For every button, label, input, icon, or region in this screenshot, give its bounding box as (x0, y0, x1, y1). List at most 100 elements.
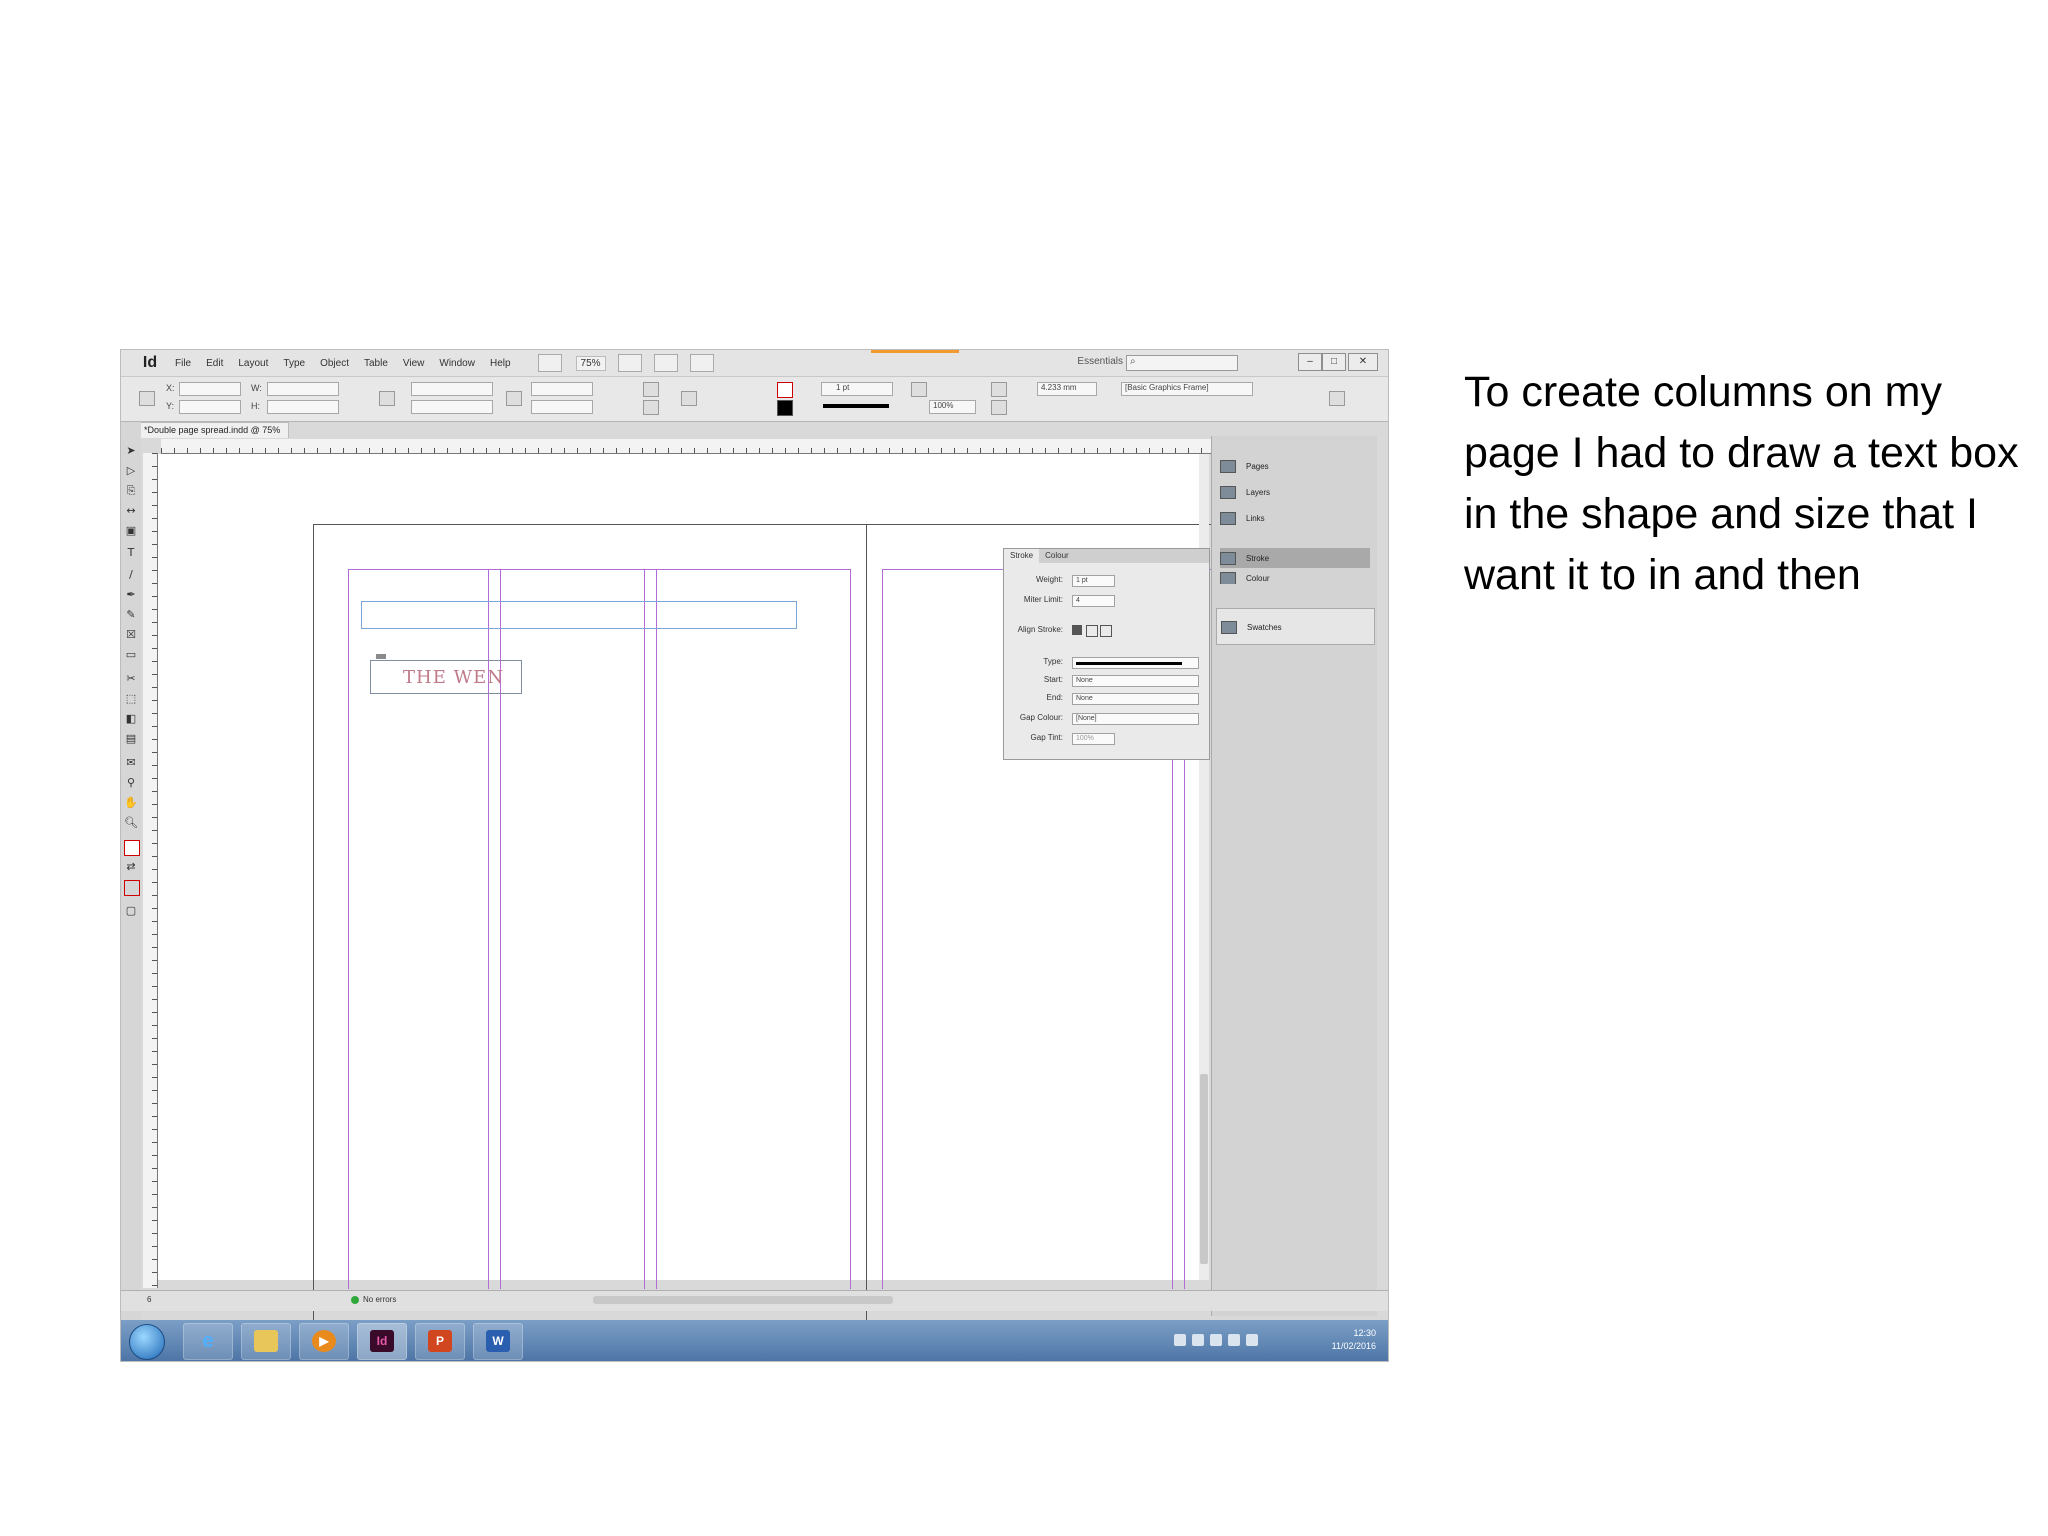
dock-colour[interactable]: Colour (1220, 572, 1370, 584)
document-tab[interactable]: *Double page spread.indd @ 75% (135, 422, 290, 438)
opacity-field[interactable]: 100% (929, 400, 976, 414)
menu-object[interactable]: Object (320, 358, 349, 369)
arrange-documents-icon[interactable] (689, 354, 714, 372)
stroke-swatch[interactable] (777, 400, 793, 416)
dock-stroke[interactable]: Stroke (1220, 548, 1370, 568)
content-collector-icon[interactable]: ▣ (124, 524, 138, 538)
maximize-button[interactable]: □ (1322, 353, 1346, 371)
taskbar-ie[interactable]: e (183, 1323, 233, 1360)
reference-point-icon[interactable] (139, 391, 155, 406)
gap-tool-icon[interactable]: ↔ (124, 504, 138, 518)
constrain-proportions-icon[interactable] (379, 391, 395, 406)
gap-tint-field[interactable]: 100% (1072, 733, 1115, 745)
object-style-dropdown[interactable]: [Basic Graphics Frame] (1121, 382, 1253, 396)
dock-pages[interactable]: Pages (1220, 456, 1370, 476)
corner-size-field[interactable]: 4.233 mm (1037, 382, 1097, 396)
width-field[interactable] (267, 382, 339, 396)
menu-help[interactable]: Help (490, 358, 511, 369)
scale-x-field[interactable] (411, 382, 493, 396)
line-tool-icon[interactable]: / (124, 568, 138, 582)
tab-stroke[interactable]: Stroke (1004, 549, 1040, 563)
page-number[interactable]: 6 (147, 1295, 151, 1304)
menu-edit[interactable]: Edit (206, 358, 223, 369)
free-transform-icon[interactable]: ⬚ (124, 692, 138, 706)
menu-type[interactable]: Type (283, 358, 305, 369)
close-button[interactable]: ✕ (1348, 353, 1378, 371)
corner-icon[interactable] (991, 400, 1007, 415)
volume-icon[interactable] (1246, 1334, 1258, 1346)
align-outside-icon[interactable] (1100, 625, 1112, 637)
direct-selection-icon[interactable]: ▷ (124, 464, 138, 478)
rectangle-tool-icon[interactable]: ▭ (124, 648, 138, 662)
page-tool-icon[interactable]: ⎘ (124, 484, 138, 498)
align-center-icon[interactable] (1072, 625, 1082, 635)
screen-mode-tool-icon[interactable]: ▢ (124, 904, 138, 918)
x-field[interactable] (179, 382, 241, 396)
wrap-icon[interactable] (991, 382, 1007, 397)
stroke-weight-field[interactable]: 1 pt (821, 382, 893, 396)
screen-mode-icon[interactable] (653, 354, 678, 372)
selection-tool-icon[interactable]: ➤ (124, 444, 138, 458)
scale-y-field[interactable] (411, 400, 493, 414)
start-button[interactable] (129, 1324, 165, 1360)
taskbar-media[interactable]: ▶ (299, 1323, 349, 1360)
eyedropper-icon[interactable]: ⚲ (124, 776, 138, 790)
note-tool-icon[interactable]: ✉ (124, 756, 138, 770)
constrain-scale-icon[interactable] (506, 391, 522, 406)
y-field[interactable] (179, 400, 241, 414)
hand-tool-icon[interactable]: ✋ (124, 796, 138, 810)
preflight-status[interactable]: No errors (351, 1295, 396, 1304)
flip-icon[interactable] (643, 400, 659, 415)
menu-window[interactable]: Window (439, 358, 475, 369)
select-container-icon[interactable] (681, 391, 697, 406)
height-field[interactable] (267, 400, 339, 414)
clock-date[interactable]: 11/02/2016 (1332, 1341, 1376, 1351)
miter-field[interactable]: 4 (1072, 595, 1115, 607)
tray-icon[interactable] (1210, 1334, 1222, 1346)
gap-colour-dropdown[interactable]: [None] (1072, 713, 1199, 725)
horizontal-scrollbar[interactable] (593, 1296, 893, 1304)
taskbar-word[interactable]: W (473, 1323, 523, 1360)
type-tool-icon[interactable]: T (124, 546, 138, 560)
apply-none-icon[interactable] (124, 880, 140, 896)
align-inside-icon[interactable] (1086, 625, 1098, 637)
view-options-icon[interactable] (617, 354, 642, 372)
menu-file[interactable]: File (175, 358, 191, 369)
dock-swatches[interactable]: Swatches (1221, 617, 1371, 637)
pencil-tool-icon[interactable]: ✎ (124, 608, 138, 622)
taskbar-indesign[interactable]: Id (357, 1323, 407, 1360)
taskbar-explorer[interactable] (241, 1323, 291, 1360)
menu-table[interactable]: Table (364, 358, 388, 369)
gradient-tool-icon[interactable]: ◧ (124, 712, 138, 726)
fill-stroke-icon[interactable] (124, 840, 140, 856)
effects-icon[interactable] (911, 382, 927, 397)
zoom-tool-icon[interactable]: 🔍︎ (124, 816, 138, 830)
clock-time[interactable]: 12:30 (1353, 1328, 1376, 1338)
fill-swatch[interactable] (777, 382, 793, 398)
scissors-icon[interactable]: ✂ (124, 672, 138, 686)
frame-handle[interactable] (376, 654, 386, 659)
search-field[interactable]: ⌕ (1126, 355, 1238, 371)
bridge-icon[interactable] (537, 354, 562, 372)
rotate-cw-icon[interactable] (643, 382, 659, 397)
shear-field[interactable] (531, 400, 593, 414)
weight-field[interactable]: 1 pt (1072, 575, 1115, 587)
lightning-icon[interactable] (1329, 391, 1345, 406)
gradient-feather-icon[interactable]: ▤ (124, 732, 138, 746)
end-dropdown[interactable]: None (1072, 693, 1199, 705)
menu-layout[interactable]: Layout (238, 358, 268, 369)
tray-icon[interactable] (1192, 1334, 1204, 1346)
dock-layers[interactable]: Layers (1220, 482, 1370, 502)
tab-colour[interactable]: Colour (1039, 549, 1075, 563)
menu-view[interactable]: View (403, 358, 425, 369)
swap-icon[interactable]: ⇄ (124, 860, 138, 874)
dock-links[interactable]: Links (1220, 508, 1370, 528)
type-dropdown[interactable] (1072, 657, 1199, 669)
zoom-dropdown[interactable]: 75% (575, 355, 606, 371)
pen-tool-icon[interactable]: ✒ (124, 588, 138, 602)
start-dropdown[interactable]: None (1072, 675, 1199, 687)
tray-icon[interactable] (1174, 1334, 1186, 1346)
scroll-thumb[interactable] (1200, 1074, 1208, 1264)
taskbar-powerpoint[interactable]: P (415, 1323, 465, 1360)
network-icon[interactable] (1228, 1334, 1240, 1346)
